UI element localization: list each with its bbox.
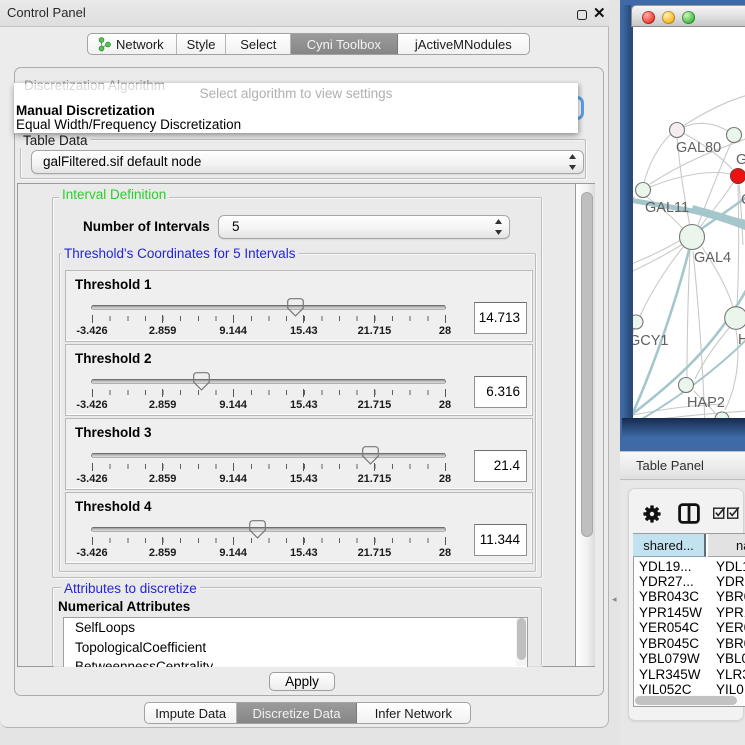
svg-text:GAL80: GAL80 — [676, 140, 721, 156]
svg-text:GAL7: GAL7 — [736, 152, 745, 168]
svg-text:HAP2: HAP2 — [687, 395, 725, 411]
svg-text:GAL11: GAL11 — [645, 200, 689, 216]
svg-text:C: C — [741, 192, 745, 208]
svg-text:H: H — [738, 332, 745, 348]
svg-text:GCY1: GCY1 — [633, 333, 669, 349]
svg-text:GAL4: GAL4 — [694, 250, 731, 266]
